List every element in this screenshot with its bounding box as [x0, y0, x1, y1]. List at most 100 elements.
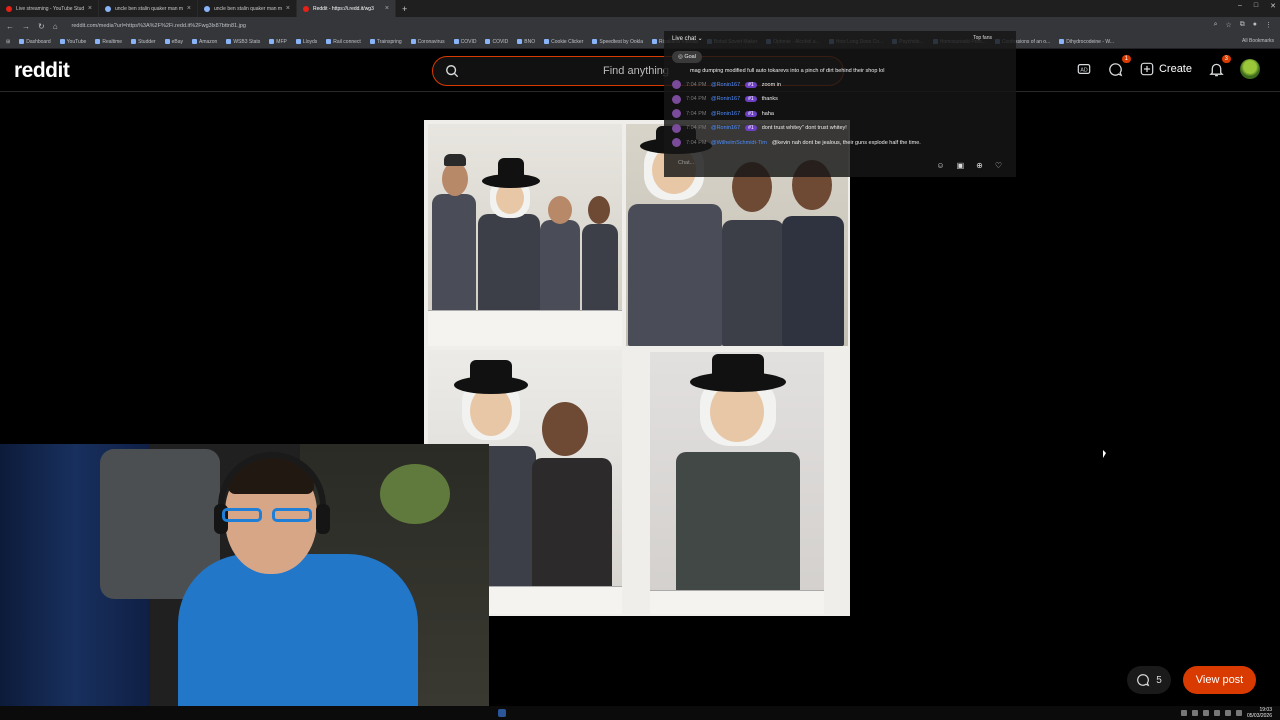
clock[interactable]: 19:03 05/03/2026 [1247, 707, 1272, 719]
super-chat-icon[interactable]: ▣ [957, 161, 965, 170]
emoji-icon[interactable]: ☺ [936, 161, 944, 170]
message-text: dont trust whitey" dont trust whitey! [761, 125, 847, 131]
system-tray: 19:03 05/03/2026 [1180, 707, 1272, 719]
bookmark-item[interactable]: Realtime [95, 39, 122, 45]
extensions-icon[interactable]: ⧉ [1240, 21, 1245, 29]
message-author[interactable]: @Ronin167 [711, 82, 740, 88]
message-time: 7:04 PM [686, 81, 707, 88]
heart-icon[interactable]: ♡ [995, 161, 1002, 170]
close-icon[interactable]: × [385, 5, 389, 12]
browser-tab[interactable]: Live streaming - YouTube Stud × [0, 0, 99, 17]
back-icon[interactable]: ← [6, 22, 14, 31]
url-field[interactable]: reddit.com/media?url=https%3A%2F%2Fi.red… [72, 23, 246, 29]
bookmark-icon [59, 39, 65, 44]
bookmark-item[interactable]: COVID [453, 39, 476, 45]
bookmark-item[interactable]: COVID [485, 39, 508, 45]
donate-icon[interactable]: ⊕ [976, 161, 983, 170]
message-author[interactable]: @Ronin167 [711, 125, 740, 131]
bookmark-item[interactable]: Coronavirus [410, 39, 445, 45]
live-chat-overlay: Live chat ⌄ Top fans ◎ Goal mag dumping … [664, 31, 1016, 177]
bookmark-icon [19, 39, 25, 44]
message-author[interactable]: @Ronin167 [711, 96, 740, 102]
notification-badge: 3 [1221, 55, 1231, 63]
zoom-icon[interactable]: ⌕ [1214, 21, 1218, 29]
bookmark-icon [485, 39, 491, 44]
bookmark-item[interactable]: WSB3 Stats [226, 39, 260, 45]
bookmark-item[interactable]: Trainspring [369, 39, 402, 45]
bookmark-item[interactable]: Dashboard [19, 39, 51, 45]
chat-input[interactable]: Chat... [678, 160, 694, 166]
message-author[interactable]: @Ronin167 [711, 111, 740, 117]
chat-message: 7:04 PM @WilhelmSchmidt-Tim @kevin nah don… [672, 138, 921, 147]
tray-icon[interactable] [1191, 710, 1198, 716]
search-placeholder: Find anything [603, 65, 670, 77]
address-bar: ← → ↻ ⌂ reddit.com/media?url=https%3A%2F… [0, 17, 1280, 35]
top-fans-button[interactable]: Top fans [973, 35, 992, 41]
all-bookmarks-button[interactable]: All Bookmarks [1242, 38, 1274, 44]
reddit-logo[interactable]: reddit [14, 59, 70, 83]
message-time: 7:04 PM [686, 139, 707, 146]
close-icon[interactable]: × [187, 5, 191, 12]
forward-icon[interactable]: → [22, 22, 30, 31]
close-window-icon[interactable]: ✕ [1270, 2, 1276, 10]
create-button[interactable]: Create [1140, 62, 1192, 76]
bookmark-item[interactable]: Cookie Clicker [544, 39, 583, 45]
bookmark-item[interactable]: Dihydrocodeine - W... [1059, 39, 1114, 45]
minimize-icon[interactable]: – [1238, 2, 1242, 10]
message-time: 7:04 PM [686, 125, 707, 131]
bookmark-item[interactable]: Rail connect [326, 39, 361, 45]
bookmark-icon [164, 39, 170, 44]
close-icon[interactable]: × [88, 5, 92, 12]
browser-tab[interactable]: uncle ben stalin quaker man m × [198, 0, 297, 17]
bookmark-icon [326, 39, 332, 44]
webcam-overlay [0, 444, 489, 720]
live-chat-title[interactable]: Live chat ⌄ [672, 35, 703, 42]
app-icon[interactable] [498, 709, 506, 717]
bookmark-star-icon[interactable]: ☆ [1225, 21, 1231, 29]
reload-icon[interactable]: ↻ [38, 22, 45, 31]
view-post-button[interactable]: View post [1183, 666, 1256, 694]
member-badge: #1 [745, 110, 757, 117]
message-author[interactable]: @WilhelmSchmidt-Tim [711, 140, 767, 146]
chat-message: 7:04 PM @Ronin167 #1 haha [672, 109, 774, 118]
chat-badge: 1 [1121, 55, 1131, 63]
tray-icon[interactable] [1224, 710, 1231, 716]
chat-input-row: Chat... ☺ ▣ ⊕ ♡ [664, 154, 1016, 176]
bookmark-item[interactable]: Studder [131, 39, 156, 45]
bookmark-item[interactable]: Lloyds [295, 39, 317, 45]
browser-tab[interactable]: uncle ben stalin quaker man m × [99, 0, 198, 17]
maximize-icon[interactable]: □ [1254, 2, 1258, 10]
create-label: Create [1158, 63, 1192, 75]
browser-tab-active[interactable]: Reddit - https://i.redd.it/wg3 × [297, 0, 396, 17]
search-icon [204, 5, 210, 12]
profile-icon[interactable]: ● [1253, 21, 1257, 29]
goal-chip[interactable]: ◎ Goal [672, 51, 702, 63]
bookmark-item[interactable]: YouTube [59, 39, 86, 45]
bookmark-item[interactable]: MFP [269, 39, 287, 45]
avatar [672, 109, 681, 118]
comments-button[interactable]: 5 [1127, 666, 1171, 694]
tray-icon[interactable] [1202, 710, 1209, 716]
avatar[interactable] [1240, 59, 1260, 79]
advertise-icon[interactable]: AD [1076, 61, 1092, 77]
home-icon[interactable]: ⌂ [53, 22, 58, 31]
close-icon[interactable]: × [286, 5, 290, 12]
chat-message: 7:04 PM @Ronin167 #1 dont trust whitey" don… [672, 123, 847, 133]
tray-icon[interactable] [1235, 710, 1242, 716]
message-text: zoom in [761, 81, 781, 88]
bookmark-item[interactable]: eBay [164, 39, 183, 45]
bookmark-icon [95, 39, 101, 44]
apps-icon[interactable]: ⊞ [6, 39, 10, 45]
comment-icon [1137, 674, 1150, 687]
bookmark-item[interactable]: Amazon [191, 39, 217, 45]
chat-icon[interactable]: 1 [1108, 55, 1131, 77]
bookmark-item[interactable]: BNO [517, 39, 535, 45]
bookmark-item[interactable]: Speedtest by Ookla [592, 39, 643, 45]
menu-icon[interactable]: ⋮ [1265, 21, 1272, 29]
tray-icon[interactable] [1180, 710, 1187, 716]
notification-bell-icon[interactable]: 3 [1208, 55, 1231, 77]
new-tab-button[interactable]: + [396, 4, 413, 14]
svg-text:AD: AD [1080, 68, 1088, 74]
tray-icon[interactable] [1213, 710, 1220, 716]
browser-tabstrip: Live streaming - YouTube Stud × uncle be… [0, 0, 1280, 17]
